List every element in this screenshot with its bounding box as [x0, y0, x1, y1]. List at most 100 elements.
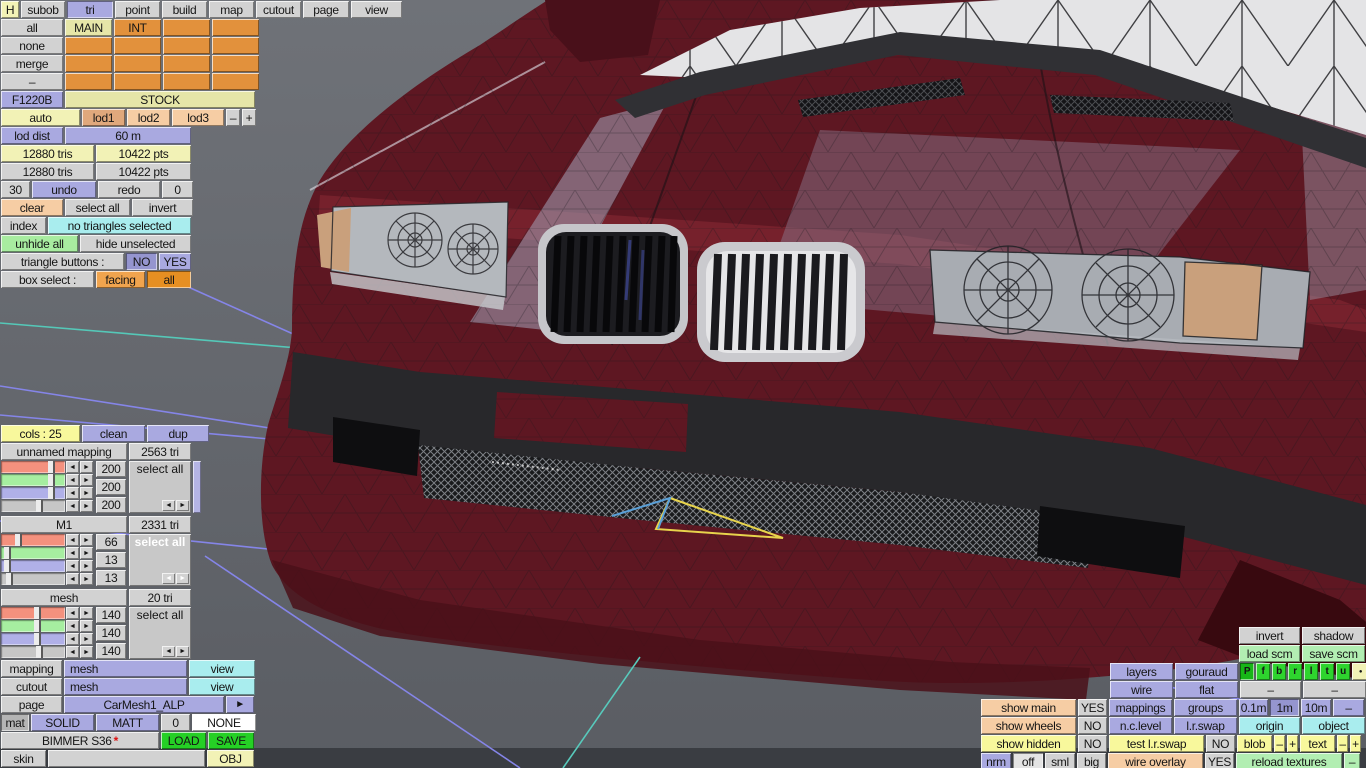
slider-knob[interactable]	[34, 633, 42, 645]
subobject-all-button[interactable]: all	[1, 19, 63, 36]
subobject-cell[interactable]	[65, 55, 112, 72]
subobject-cell[interactable]	[212, 19, 259, 36]
origin-button[interactable]: origin	[1239, 717, 1300, 734]
mat-number[interactable]: 0	[161, 714, 190, 731]
layers-button[interactable]: layers	[1110, 663, 1173, 680]
obj-button[interactable]: OBJ	[207, 750, 254, 767]
next-page-icon[interactable]: ►	[226, 696, 254, 713]
subobject-cell[interactable]	[114, 37, 161, 54]
mapping-view-button[interactable]: view	[189, 660, 255, 677]
slider-knob[interactable]	[15, 534, 23, 546]
subobject-cell[interactable]	[212, 37, 259, 54]
left-arrow-button[interactable]: ◄	[66, 461, 79, 473]
lod-auto-button[interactable]: auto	[1, 109, 80, 126]
mapping-select-all[interactable]: select all ◄ ►	[129, 607, 191, 659]
nrm-big-button[interactable]: big	[1077, 753, 1106, 768]
view-top-button[interactable]: t	[1320, 663, 1334, 680]
red-slider[interactable]	[1, 607, 65, 619]
red-value[interactable]: 140	[96, 607, 126, 623]
tab-build[interactable]: build	[162, 1, 207, 18]
right-arrow-button[interactable]: ►	[176, 573, 189, 584]
subobject-cell[interactable]	[163, 55, 210, 72]
left-arrow-button[interactable]: ◄	[162, 573, 175, 584]
view-perspective-button[interactable]: P	[1240, 663, 1254, 680]
undo-button[interactable]: undo	[32, 181, 96, 198]
view-right-button[interactable]: r	[1288, 663, 1302, 680]
nc-level-button[interactable]: n.c.level	[1109, 717, 1172, 734]
box-select-all[interactable]: all	[147, 271, 191, 288]
blob-minus-button[interactable]: –	[1274, 735, 1285, 752]
subobject-cell[interactable]	[163, 73, 210, 90]
left-arrow-button[interactable]: ◄	[66, 646, 79, 658]
green-value[interactable]: 13	[96, 552, 126, 568]
mappings-button[interactable]: mappings	[1109, 699, 1172, 716]
text-minus-button[interactable]: –	[1337, 735, 1348, 752]
left-arrow-button[interactable]: ◄	[162, 500, 175, 511]
red-slider[interactable]	[1, 534, 65, 546]
subobject-cell[interactable]	[114, 55, 161, 72]
green-slider[interactable]	[1, 620, 65, 632]
slider-knob[interactable]	[36, 646, 44, 658]
subobject-merge-button[interactable]: merge	[1, 55, 63, 72]
subobject-cell[interactable]	[65, 37, 112, 54]
wire-button[interactable]: wire	[1110, 681, 1173, 698]
right-arrow-button[interactable]: ►	[80, 487, 93, 499]
gray-slider[interactable]	[1, 500, 65, 512]
red-value[interactable]: 66	[96, 534, 126, 550]
triangle-buttons-yes[interactable]: YES	[159, 253, 191, 270]
mapping-select-all[interactable]: select all ◄ ►	[129, 534, 191, 586]
left-arrow-button[interactable]: ◄	[66, 607, 79, 619]
mapping-value[interactable]: mesh	[64, 660, 187, 677]
blue-value[interactable]: 13	[96, 570, 126, 586]
gray-slider[interactable]	[1, 646, 65, 658]
right-arrow-button[interactable]: ►	[176, 500, 189, 511]
left-arrow-button[interactable]: ◄	[66, 620, 79, 632]
tab-tri[interactable]: tri	[67, 1, 113, 18]
model-name-button[interactable]: BIMMER S36 *	[1, 732, 159, 749]
mapping-name[interactable]: unnamed mapping	[1, 443, 127, 460]
load-button[interactable]: LOAD	[161, 732, 206, 749]
right-arrow-button[interactable]: ►	[80, 560, 93, 572]
tab-view[interactable]: view	[351, 1, 402, 18]
hide-unselected-button[interactable]: hide unselected	[80, 235, 191, 252]
clear-button[interactable]: clear	[1, 199, 63, 216]
right-arrow-button[interactable]: ►	[80, 620, 93, 632]
triangle-buttons-no[interactable]: NO	[126, 253, 157, 270]
tab-page[interactable]: page	[303, 1, 349, 18]
right-arrow-button[interactable]: ►	[80, 633, 93, 645]
right-arrow-button[interactable]: ►	[80, 547, 93, 559]
green-slider[interactable]	[1, 547, 65, 559]
slider-knob[interactable]	[48, 487, 56, 499]
save-scm-button[interactable]: save scm	[1302, 645, 1365, 662]
tab-subob[interactable]: subob	[21, 1, 65, 18]
nrm-button[interactable]: nrm	[981, 753, 1011, 768]
blob-plus-button[interactable]: +	[1287, 735, 1298, 752]
wire-overlay-button[interactable]: wire overlay	[1108, 753, 1203, 768]
lr-swap-button[interactable]: l.r.swap	[1174, 717, 1237, 734]
right-arrow-button[interactable]: ►	[80, 500, 93, 512]
save-button[interactable]: SAVE	[208, 732, 254, 749]
green-value[interactable]: 200	[96, 479, 126, 495]
left-arrow-button[interactable]: ◄	[66, 534, 79, 546]
tab-map[interactable]: map	[209, 1, 254, 18]
right-arrow-button[interactable]: ►	[80, 607, 93, 619]
grid-10m-button[interactable]: 10m	[1301, 699, 1331, 716]
red-slider[interactable]	[1, 461, 65, 473]
groups-button[interactable]: groups	[1174, 699, 1237, 716]
colors-scrollbar[interactable]	[193, 461, 201, 513]
wire-overlay-toggle[interactable]: YES	[1205, 753, 1234, 768]
mapping-select-all[interactable]: select all ◄ ►	[129, 461, 191, 513]
mat-solid-button[interactable]: SOLID	[31, 714, 94, 731]
view-front-button[interactable]: f	[1256, 663, 1270, 680]
view-under-button[interactable]: u	[1336, 663, 1350, 680]
blob-button[interactable]: blob	[1237, 735, 1272, 752]
dot-icon[interactable]: ●	[1352, 663, 1366, 680]
cutout-value[interactable]: mesh	[64, 678, 187, 695]
dup-button[interactable]: dup	[147, 425, 209, 442]
blue-slider[interactable]	[1, 487, 65, 499]
subobject-cell-int[interactable]: INT	[114, 19, 161, 36]
skin-value[interactable]	[48, 750, 205, 767]
redo-button[interactable]: redo	[98, 181, 160, 198]
show-main-button[interactable]: show main	[981, 699, 1076, 716]
dash-button[interactable]: –	[1240, 681, 1301, 698]
